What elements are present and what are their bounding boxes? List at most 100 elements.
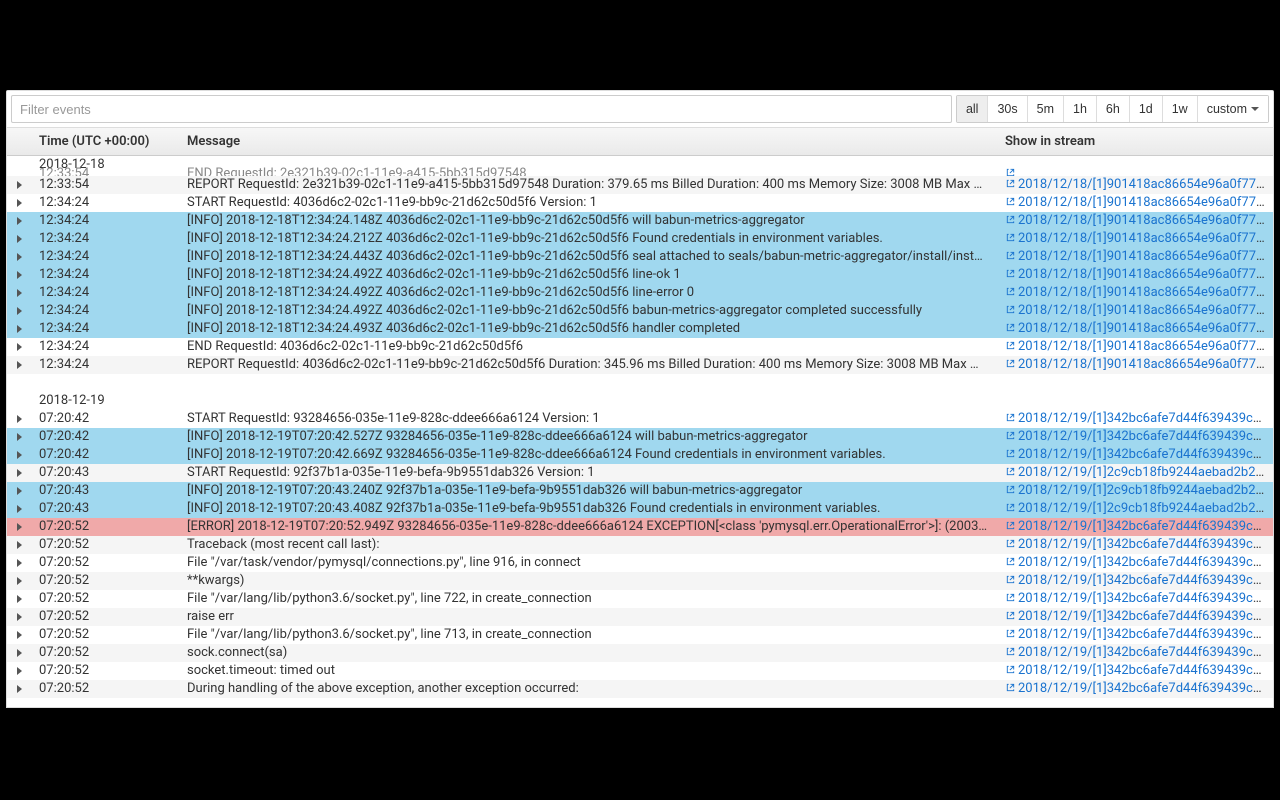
log-row[interactable]: 07:20:52socket.timeout: timed out2018/12… xyxy=(7,662,1273,680)
stream-link[interactable]: 2018/12/18/[1]901418ac86654e96a0f77a… xyxy=(1005,357,1272,372)
stream-link[interactable]: 2018/12/18/[1]901418ac86654e96a0f77a… xyxy=(1005,177,1272,192)
stream-link[interactable]: 2018/12/19/[1]342bc6afe7d44f639439cc9… xyxy=(1005,447,1273,462)
expand-toggle[interactable] xyxy=(7,536,31,554)
stream-link[interactable]: 2018/12/18/[1]901418ac86654e96a0f77a… xyxy=(1005,285,1272,300)
expand-toggle[interactable] xyxy=(7,590,31,608)
expand-toggle[interactable] xyxy=(7,464,31,482)
stream-link[interactable]: 2018/12/18/[1]901418ac86654e96a0f77a… xyxy=(1005,321,1272,336)
log-row[interactable]: 07:20:52File "/var/lang/lib/python3.6/so… xyxy=(7,626,1273,644)
log-message: START RequestId: 4036d6c2-02c1-11e9-bb9c… xyxy=(179,194,997,212)
stream-link[interactable]: 2018/12/18/[1]901418ac86654e96a0f77a… xyxy=(1005,213,1272,228)
log-row[interactable]: 07:20:52**kwargs)2018/12/19/[1]342bc6afe… xyxy=(7,572,1273,590)
header-message[interactable]: Message xyxy=(179,128,997,155)
log-row[interactable]: 12:34:24[INFO] 2018-12-18T12:34:24.492Z … xyxy=(7,284,1273,302)
stream-link[interactable]: 2018/12/18/[1]901418ac86654e96a0f77a… xyxy=(1005,267,1272,282)
external-link-icon xyxy=(1005,412,1016,423)
log-row[interactable]: 12:34:24[INFO] 2018-12-18T12:34:24.493Z … xyxy=(7,320,1273,338)
log-row[interactable]: 07:20:52Traceback (most recent call last… xyxy=(7,536,1273,554)
log-row[interactable]: 07:20:52File "/var/task/vendor/pymysql/c… xyxy=(7,554,1273,572)
expand-toggle[interactable] xyxy=(7,446,31,464)
log-row[interactable]: 07:20:52File "/var/lang/lib/python3.6/so… xyxy=(7,590,1273,608)
log-row[interactable]: 12:34:24[INFO] 2018-12-18T12:34:24.492Z … xyxy=(7,302,1273,320)
expand-toggle[interactable] xyxy=(7,410,31,428)
expand-toggle[interactable] xyxy=(7,212,31,230)
stream-link[interactable]: 2018/12/19/[1]342bc6afe7d44f639439cc9… xyxy=(1005,681,1273,696)
expand-toggle[interactable] xyxy=(7,518,31,536)
log-row[interactable]: 07:20:43[INFO] 2018-12-19T07:20:43.408Z … xyxy=(7,500,1273,518)
expand-toggle[interactable] xyxy=(7,176,31,194)
stream-link[interactable]: 2018/12/19/[1]342bc6afe7d44f639439cc9… xyxy=(1005,555,1273,570)
log-row[interactable]: 07:20:52sock.connect(sa)2018/12/19/[1]34… xyxy=(7,644,1273,662)
expand-toggle[interactable] xyxy=(7,248,31,266)
expand-toggle[interactable] xyxy=(7,284,31,302)
log-row[interactable]: 07:20:52raise err2018/12/19/[1]342bc6afe… xyxy=(7,608,1273,626)
expand-toggle[interactable] xyxy=(7,338,31,356)
range-1h-button[interactable]: 1h xyxy=(1064,96,1097,122)
log-row[interactable]: 12:33:54REPORT RequestId: 2e321b39-02c1-… xyxy=(7,176,1273,194)
header-time[interactable]: Time (UTC +00:00) xyxy=(31,128,179,155)
expand-toggle[interactable] xyxy=(7,554,31,572)
log-row[interactable]: 12:34:24[INFO] 2018-12-18T12:34:24.443Z … xyxy=(7,248,1273,266)
log-row[interactable]: 12:34:24[INFO] 2018-12-18T12:34:24.492Z … xyxy=(7,266,1273,284)
range-1w-button[interactable]: 1w xyxy=(1163,96,1198,122)
log-row[interactable]: 07:20:42[INFO] 2018-12-19T07:20:42.669Z … xyxy=(7,446,1273,464)
chevron-right-icon xyxy=(17,289,22,297)
expand-toggle[interactable] xyxy=(7,428,31,446)
stream-link[interactable]: 2018/12/19/[1]342bc6afe7d44f639439cc9… xyxy=(1005,645,1273,660)
log-row[interactable]: 07:20:42START RequestId: 93284656-035e-1… xyxy=(7,410,1273,428)
log-row[interactable]: 12:34:24[INFO] 2018-12-18T12:34:24.148Z … xyxy=(7,212,1273,230)
stream-link[interactable]: 2018/12/19/[1]342bc6afe7d44f639439cc9… xyxy=(1005,627,1273,642)
stream-link[interactable]: 2018/12/19/[1]342bc6afe7d44f639439cc9… xyxy=(1005,537,1273,552)
expand-toggle[interactable] xyxy=(7,644,31,662)
filter-events-input[interactable] xyxy=(11,95,952,123)
log-row[interactable]: 07:20:42[INFO] 2018-12-19T07:20:42.527Z … xyxy=(7,428,1273,446)
log-row[interactable]: 12:34:24START RequestId: 4036d6c2-02c1-1… xyxy=(7,194,1273,212)
range-all-button[interactable]: all xyxy=(957,96,989,122)
stream-link[interactable]: 2018/12/19/[1]2c9cb18fb9244aebad2b2c… xyxy=(1005,501,1271,516)
expand-toggle[interactable] xyxy=(7,266,31,284)
range-6h-button[interactable]: 6h xyxy=(1097,96,1130,122)
log-time: 07:20:43 xyxy=(31,482,179,500)
stream-link[interactable]: 2018/12/18/[1]901418ac86654e96a0f77a… xyxy=(1005,249,1272,264)
log-row[interactable]: 07:20:52[ERROR] 2018-12-19T07:20:52.949Z… xyxy=(7,518,1273,536)
stream-link[interactable]: 2018/12/18/[1]901418ac86654e96a0f77a… xyxy=(1005,231,1272,246)
range-1d-button[interactable]: 1d xyxy=(1130,96,1163,122)
expand-toggle[interactable] xyxy=(7,500,31,518)
stream-link[interactable]: 2018/12/18/[1]901418ac86654e96a0f77a… xyxy=(1005,339,1272,354)
log-row[interactable]: 07:20:52During handling of the above exc… xyxy=(7,680,1273,698)
stream-link[interactable]: 2018/12/19/[1]342bc6afe7d44f639439cc9… xyxy=(1005,573,1273,588)
stream-link[interactable]: 2018/12/19/[1]342bc6afe7d44f639439cc9… xyxy=(1005,411,1273,426)
log-row[interactable]: 12:34:24REPORT RequestId: 4036d6c2-02c1-… xyxy=(7,356,1273,374)
expand-toggle[interactable] xyxy=(7,320,31,338)
stream-link[interactable]: 2018/12/19/[1]342bc6afe7d44f639439cc9… xyxy=(1005,429,1273,444)
expand-toggle[interactable] xyxy=(7,230,31,248)
log-message: REPORT RequestId: 2e321b39-02c1-11e9-a41… xyxy=(179,176,997,194)
range-5m-button[interactable]: 5m xyxy=(1028,96,1064,122)
expand-toggle[interactable] xyxy=(7,482,31,500)
expand-toggle[interactable] xyxy=(7,608,31,626)
stream-link[interactable]: 2018/12/19/[1]342bc6afe7d44f639439cc9… xyxy=(1005,519,1273,534)
log-row[interactable]: 07:20:43START RequestId: 92f37b1a-035e-1… xyxy=(7,464,1273,482)
stream-link[interactable]: 2018/12/19/[1]342bc6afe7d44f639439cc9… xyxy=(1005,663,1273,678)
expand-toggle[interactable] xyxy=(7,302,31,320)
expand-toggle[interactable] xyxy=(7,662,31,680)
log-message: File "/var/lang/lib/python3.6/socket.py"… xyxy=(179,590,997,608)
stream-link[interactable]: 2018/12/19/[1]342bc6afe7d44f639439cc9… xyxy=(1005,609,1273,624)
log-row[interactable]: 12:34:24[INFO] 2018-12-18T12:34:24.212Z … xyxy=(7,230,1273,248)
stream-link[interactable]: 2018/12/19/[1]2c9cb18fb9244aebad2b2c… xyxy=(1005,483,1271,498)
log-row[interactable]: 07:20:43[INFO] 2018-12-19T07:20:43.240Z … xyxy=(7,482,1273,500)
header-stream[interactable]: Show in stream xyxy=(997,128,1273,155)
stream-link[interactable]: 2018/12/18/[1]901418ac86654e96a0f77a… xyxy=(1005,195,1272,210)
expand-toggle[interactable] xyxy=(7,194,31,212)
range-30s-button[interactable]: 30s xyxy=(988,96,1027,122)
expand-toggle[interactable] xyxy=(7,626,31,644)
expand-toggle[interactable] xyxy=(7,356,31,374)
stream-link[interactable]: 2018/12/18/[1]901418ac86654e96a0f77a… xyxy=(1005,303,1272,318)
range-custom-button[interactable]: custom xyxy=(1198,96,1268,122)
expand-toggle[interactable] xyxy=(7,680,31,698)
log-row[interactable]: 12:34:24END RequestId: 4036d6c2-02c1-11e… xyxy=(7,338,1273,356)
expand-toggle[interactable] xyxy=(7,572,31,590)
stream-link[interactable]: 2018/12/19/[1]2c9cb18fb9244aebad2b2c… xyxy=(1005,465,1271,480)
stream-link[interactable]: 2018/12/19/[1]342bc6afe7d44f639439cc9… xyxy=(1005,591,1273,606)
log-time: 07:20:52 xyxy=(31,626,179,644)
